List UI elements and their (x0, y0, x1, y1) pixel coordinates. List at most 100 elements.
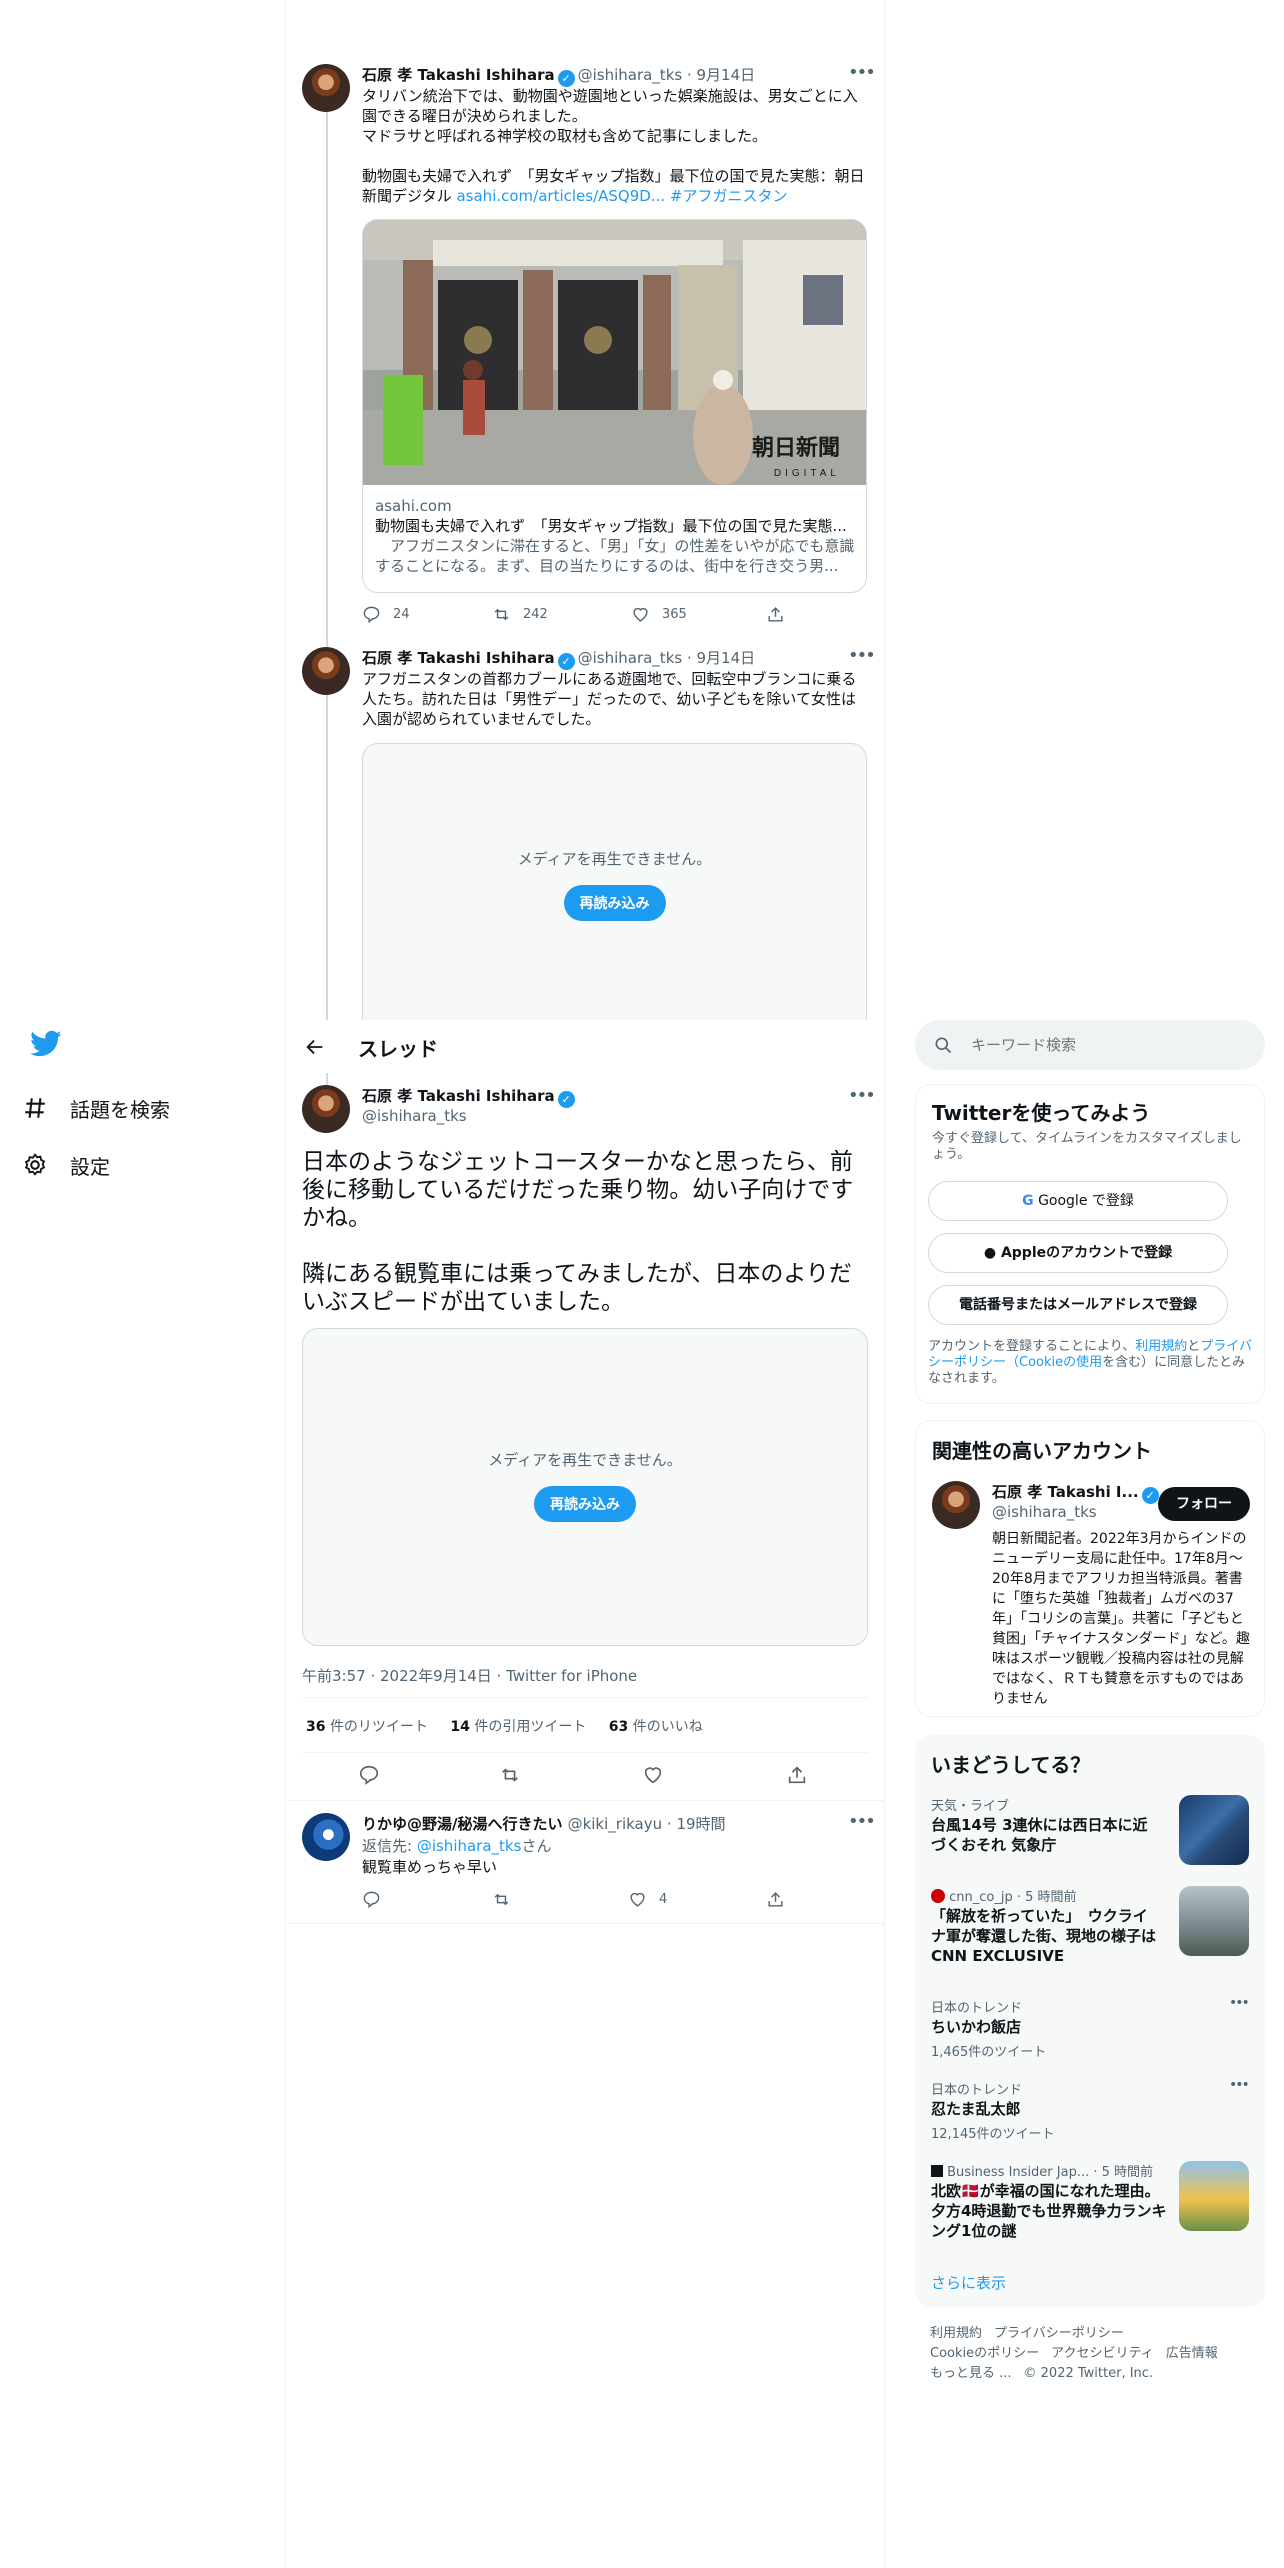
copyright: © 2022 Twitter, Inc. (1023, 2366, 1154, 2381)
apple-signup-button[interactable]: ● Appleのアカウントで登録 (928, 1233, 1228, 1273)
hash-icon (25, 1098, 45, 1118)
like-button[interactable]: 365 (631, 605, 687, 624)
more-icon[interactable]: ••• (1229, 2077, 1250, 2093)
author-name[interactable]: 石原 孝 Takashi Ishihara (362, 66, 555, 84)
tweet-meta[interactable]: 午前3:57 · 2022年9月14日 · Twitter for iPhone (302, 1665, 637, 1686)
quote-count[interactable]: 14 件の引用ツイート (450, 1719, 586, 1735)
business-insider-logo-icon (931, 2165, 943, 2177)
like-button[interactable] (642, 1764, 676, 1786)
account-handle[interactable]: @ishihara_tks (992, 1503, 1097, 1521)
verified-icon: ✓ (557, 70, 575, 87)
avatar[interactable] (302, 1813, 350, 1861)
author-name[interactable]: りかゆ@野湯/秘湯へ行きたい (362, 1815, 562, 1833)
author-name[interactable]: 石原 孝 Takashi Ishihara (362, 649, 555, 667)
footer-link[interactable]: 広告情報 (1166, 2346, 1218, 2361)
retweet-icon (494, 608, 509, 621)
related-title: 関連性の高いアカウント (932, 1439, 1152, 1463)
author-handle[interactable]: @ishihara_tks (362, 1107, 467, 1125)
footer-link[interactable]: Cookieのポリシー (930, 2346, 1039, 2361)
nav-explore[interactable]: 話題を検索 (22, 1086, 170, 1130)
avatar[interactable] (302, 64, 350, 112)
tweet-author[interactable]: 石原 孝 Takashi Ishihara ✓ (362, 1085, 578, 1108)
author-handle[interactable]: @kiki_rikayu (568, 1815, 663, 1833)
twitter-logo-icon[interactable] (30, 1030, 66, 1062)
account-name[interactable]: 石原 孝 Takashi I... ✓ (992, 1481, 1162, 1504)
like-count[interactable]: 63 件のいいね (609, 1719, 703, 1735)
retweet-icon (494, 1893, 509, 1906)
trend-item[interactable]: cnn_co_jp · 5 時間前 「解放を祈っていた」 ウクライナ軍が奪還した… (915, 1880, 1265, 1980)
share-button[interactable] (766, 605, 797, 624)
reload-button[interactable]: 再読み込み (563, 885, 666, 921)
search-box[interactable] (915, 1020, 1265, 1070)
reply-button[interactable] (362, 1890, 393, 1909)
tweet-time[interactable]: 9月14日 (697, 66, 756, 84)
heart-icon (633, 607, 648, 622)
avatar[interactable] (932, 1481, 980, 1529)
share-button[interactable] (786, 1764, 820, 1786)
google-icon: G (1022, 1193, 1034, 1209)
more-icon[interactable]: ••• (848, 645, 876, 666)
trend-item[interactable]: 日本のトレンド 忍たま乱太郎 12,145件のツイート ••• (915, 2073, 1265, 2147)
share-icon (768, 607, 783, 622)
more-icon[interactable]: ••• (1229, 1995, 1250, 2011)
reply-tweet[interactable]: りかゆ@野湯/秘湯へ行きたい @kiki_rikayu · 19時間 ••• 返… (285, 1801, 884, 1923)
share-icon (788, 1766, 806, 1784)
search-input[interactable] (971, 1036, 1251, 1054)
back-button[interactable] (300, 1032, 334, 1062)
retweet-button[interactable] (499, 1764, 533, 1786)
hashtag-link[interactable]: #アフガニスタン (670, 187, 788, 205)
like-button[interactable]: 4 (628, 1890, 667, 1909)
share-icon (768, 1892, 783, 1907)
more-icon[interactable]: ••• (848, 62, 876, 83)
article-link[interactable]: asahi.com/articles/ASQ9D... (456, 187, 665, 205)
apple-icon: ● (983, 1245, 997, 1261)
avatar[interactable] (302, 647, 350, 695)
author-handle[interactable]: @ishihara_tks (578, 66, 683, 84)
sidebar-footer: 利用規約 プライバシーポリシー Cookieのポリシー アクセシビリティ 広告情報 も… (930, 2324, 1260, 2384)
mention-link[interactable]: @ishihara_tks (417, 1837, 522, 1855)
footer-link[interactable]: プライバシーポリシー (994, 2326, 1124, 2341)
share-button[interactable] (766, 1890, 797, 1909)
trends-title: いまどうしてる？ (931, 1753, 1091, 1777)
reply-button[interactable]: 24 (362, 605, 410, 624)
terms-link[interactable]: 利用規約 (1135, 1339, 1187, 1354)
footer-more-link[interactable]: もっと見る ... (930, 2366, 1012, 2381)
heart-icon (630, 1892, 645, 1907)
divider (286, 1923, 884, 1924)
more-icon[interactable]: ••• (848, 1811, 876, 1832)
trend-item[interactable]: 日本のトレンド ちいかわ飯店 1,465件のツイート ••• (915, 1991, 1265, 2065)
signup-terms: アカウントを登録することにより、利用規約とプライバシーポリシー（Cookieの使… (928, 1339, 1253, 1386)
verified-icon: ✓ (557, 1091, 575, 1108)
link-card[interactable]: 朝日新聞 DIGITAL asahi.com 動物園も夫婦で入れず 「男女ギャッ… (362, 219, 867, 593)
more-icon[interactable]: ••• (848, 1085, 876, 1106)
retweet-button[interactable] (492, 1890, 523, 1909)
avatar[interactable] (302, 1085, 350, 1133)
footer-link[interactable]: アクセシビリティ (1051, 2346, 1154, 2361)
signup-panel: Twitterを使ってみよう 今すぐ登録して、タイムラインをカスタマイズしましょ… (915, 1084, 1265, 1404)
trend-item[interactable]: Business Insider Jap... · 5 時間前 北欧🇩🇰が幸福の… (915, 2155, 1265, 2255)
author-handle[interactable]: @ishihara_tks (578, 649, 683, 667)
verified-icon: ✓ (557, 653, 575, 670)
signup-title: Twitterを使ってみよう (932, 1101, 1151, 1125)
card-title: 動物園も夫婦で入れず 「男女ギャップ指数」最下位の国で見た実態... (375, 517, 847, 535)
trend-item[interactable]: 天気・ライブ 台風14号 3連休には西日本に近づくおそれ 気象庁 (915, 1789, 1265, 1871)
tweet-2[interactable]: 石原 孝 Takashi Ishihara ✓ @ishihara_tks · 9月… (285, 643, 884, 1023)
retweet-count[interactable]: 36 件のリツイート (306, 1719, 428, 1735)
phone-signup-button[interactable]: 電話番号またはメールアドレスで登録 (928, 1285, 1228, 1325)
reload-button[interactable]: 再読み込み (534, 1486, 636, 1522)
media-error-text: メディアを再生できません。 (488, 1451, 682, 1469)
tweet-1[interactable]: 石原 孝 Takashi Ishihara ✓ @ishihara_tks · 9月… (285, 60, 884, 640)
tweet-time[interactable]: 19時間 (676, 1815, 725, 1833)
footer-link[interactable]: 利用規約 (930, 2326, 982, 2341)
nav-settings[interactable]: 設定 (22, 1143, 110, 1187)
show-more-link[interactable]: さらに表示 (931, 2272, 1006, 2293)
page-title: スレッド (358, 1037, 438, 1061)
account-bio: 朝日新聞記者。2022年3月からインドのニューデリー支局に赴任中。17年8月〜2… (992, 1531, 1250, 1707)
engagement-stats: 36 件のリツイート 14 件の引用ツイート 63 件のいいね (306, 1716, 703, 1736)
tweet-time[interactable]: 9月14日 (697, 649, 756, 667)
retweet-button[interactable]: 242 (492, 605, 548, 624)
tweet-header: 石原 孝 Takashi Ishihara ✓ @ishihara_tks · 9月… (362, 649, 756, 670)
reply-button[interactable] (358, 1764, 392, 1786)
google-signup-button[interactable]: G Google で登録 (928, 1181, 1228, 1221)
follow-button[interactable]: フォロー (1158, 1487, 1250, 1521)
